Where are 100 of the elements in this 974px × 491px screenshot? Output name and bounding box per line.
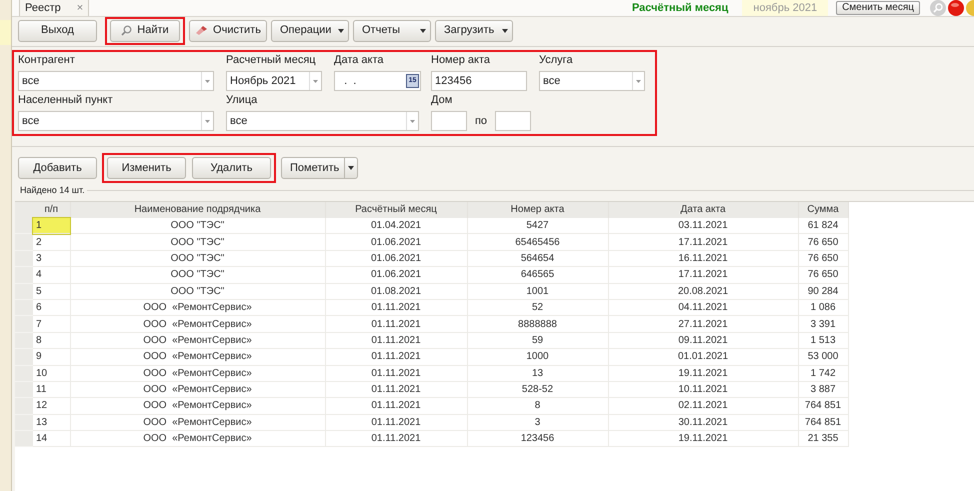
table-cell: 01.06.2021 bbox=[325, 250, 467, 267]
clear-button[interactable]: Очистить bbox=[189, 20, 267, 42]
table-cell: 764 851 bbox=[798, 414, 848, 431]
combo-box[interactable]: все bbox=[18, 111, 214, 131]
caret-icon bbox=[348, 166, 354, 170]
table-cell: 19.11.2021 bbox=[608, 430, 798, 447]
table-cell: 01.04.2021 bbox=[325, 218, 467, 234]
table-cell: 1 086 bbox=[798, 299, 848, 316]
column-header[interactable]: Сумма bbox=[798, 202, 848, 218]
table-cell: 01.08.2021 bbox=[325, 283, 467, 300]
table-cell: 76 650 bbox=[798, 266, 848, 284]
search-button[interactable]: Найти bbox=[110, 20, 180, 42]
table-cell: 04.11.2021 bbox=[608, 299, 798, 316]
table-cell: 764 851 bbox=[798, 398, 848, 414]
column-header[interactable]: Расчётный месяц bbox=[325, 202, 467, 218]
table-cell: 1 742 bbox=[798, 365, 848, 382]
table-cell: 10 bbox=[33, 365, 70, 382]
field-label: Дата акта bbox=[334, 53, 384, 67]
table-cell: 17.11.2021 bbox=[608, 234, 798, 250]
change-month-button[interactable]: Сменить месяц bbox=[836, 1, 920, 15]
table-cell: 65465456 bbox=[467, 234, 608, 250]
column-header[interactable]: п/п bbox=[33, 202, 70, 218]
table-cell: ООО «РемонтСервис» bbox=[70, 332, 325, 349]
combo-box[interactable]: все bbox=[18, 71, 214, 91]
dropdown-button[interactable]: Отчеты bbox=[353, 20, 431, 42]
dropdown-button[interactable]: Операции bbox=[271, 20, 349, 42]
table-cell: ООО "ТЭС" bbox=[70, 250, 325, 267]
table-cell: 528-52 bbox=[467, 381, 608, 398]
caret-icon bbox=[420, 28, 426, 32]
table-cell: 01.06.2021 bbox=[325, 266, 467, 284]
table-cell: 4 bbox=[33, 266, 70, 284]
input-field[interactable] bbox=[494, 111, 532, 131]
field-label: Расчетный месяц bbox=[226, 53, 317, 67]
table-cell: 21 355 bbox=[798, 430, 848, 447]
column-header[interactable]: Дата акта bbox=[608, 202, 798, 218]
input-field[interactable]: 123456 bbox=[431, 71, 527, 91]
caret-icon bbox=[205, 80, 210, 82]
table-cell: 01.01.2021 bbox=[608, 348, 798, 366]
caret-icon bbox=[636, 80, 641, 82]
table-cell: 61 824 bbox=[798, 218, 848, 234]
combo-box[interactable]: все bbox=[226, 111, 419, 131]
column-header[interactable]: Номер акта bbox=[467, 202, 608, 218]
table-cell: ООО «РемонтСервис» bbox=[70, 430, 325, 447]
table-cell: 76 650 bbox=[798, 234, 848, 250]
period-value: ноябрь 2021 bbox=[742, 0, 828, 16]
table-cell: 3 bbox=[467, 414, 608, 431]
caret-icon bbox=[313, 80, 318, 82]
field-label: Контрагент bbox=[18, 53, 76, 67]
table-cell: 11 bbox=[33, 381, 70, 398]
combo-box[interactable]: Ноябрь 2021 bbox=[226, 71, 322, 91]
column-header[interactable]: Наименование подрядчика bbox=[70, 202, 325, 218]
dropdown-button[interactable]: Загрузить bbox=[435, 20, 513, 42]
field-label: Номер акта bbox=[431, 53, 492, 67]
sphere-icon[interactable] bbox=[948, 0, 964, 16]
toolbar-button[interactable]: Выход bbox=[18, 20, 97, 42]
table-cell: ООО «РемонтСервис» bbox=[70, 348, 325, 366]
caret-icon bbox=[410, 120, 415, 122]
table-cell: 2 bbox=[33, 234, 70, 250]
side-highlight bbox=[0, 20, 11, 45]
table-cell: 12 bbox=[33, 398, 70, 414]
combo-box[interactable]: все bbox=[539, 71, 645, 91]
split-button[interactable]: Пометить bbox=[281, 157, 358, 179]
table-cell: 6 bbox=[33, 299, 70, 316]
toolbar-button[interactable]: Изменить bbox=[107, 157, 186, 179]
input-field[interactable] bbox=[431, 111, 468, 131]
table-cell: 8 bbox=[467, 398, 608, 414]
table-cell: 30.11.2021 bbox=[608, 414, 798, 431]
table-cell: ООО «РемонтСервис» bbox=[70, 398, 325, 414]
table-cell: ООО «РемонтСервис» bbox=[70, 316, 325, 332]
table-cell: 5 bbox=[33, 283, 70, 300]
table-cell: 01.11.2021 bbox=[325, 348, 467, 366]
table-cell: 8 bbox=[33, 332, 70, 349]
table-cell: ООО "ТЭС" bbox=[70, 234, 325, 250]
table-cell: 53 000 bbox=[798, 348, 848, 366]
table-cell: 01.11.2021 bbox=[325, 332, 467, 349]
range-separator: по bbox=[474, 114, 488, 129]
eraser-icon bbox=[195, 26, 208, 36]
table-cell: 8888888 bbox=[467, 316, 608, 332]
table-cell: 01.06.2021 bbox=[325, 234, 467, 250]
table-cell: 123456 bbox=[467, 430, 608, 447]
toolbar-button[interactable]: Добавить bbox=[18, 157, 97, 179]
table-cell: ООО «РемонтСервис» bbox=[70, 414, 325, 431]
toolbar-button[interactable]: Удалить bbox=[192, 157, 271, 179]
table-cell: 20.08.2021 bbox=[608, 283, 798, 300]
caret-icon bbox=[205, 120, 210, 122]
table-cell: 01.11.2021 bbox=[325, 299, 467, 316]
table-cell: 5427 bbox=[467, 218, 608, 234]
caret-icon bbox=[338, 28, 344, 32]
found-count: Найдено 14 шт. bbox=[19, 184, 86, 197]
table-cell: ООО «РемонтСервис» bbox=[70, 381, 325, 398]
table-cell: 16.11.2021 bbox=[608, 250, 798, 267]
table-cell: 01.11.2021 bbox=[325, 414, 467, 431]
table-cell: 76 650 bbox=[798, 250, 848, 267]
table-cell: ООО "ТЭС" bbox=[70, 218, 325, 234]
field-label: Услуга bbox=[539, 53, 574, 67]
table-cell: 3 bbox=[33, 250, 70, 267]
field-label: Дом bbox=[431, 93, 454, 107]
table-cell: 10.11.2021 bbox=[608, 381, 798, 398]
table-cell: 01.11.2021 bbox=[325, 316, 467, 332]
tab[interactable]: Реестр × bbox=[19, 0, 90, 16]
